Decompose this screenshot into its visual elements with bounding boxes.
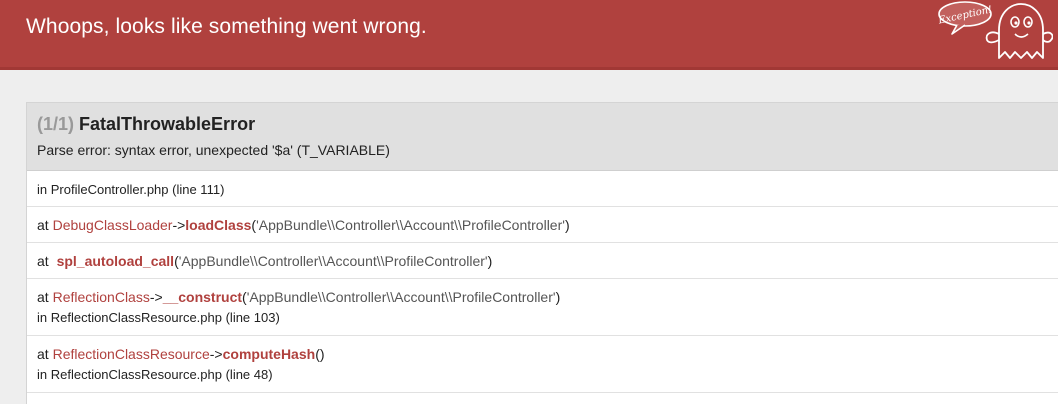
trace-function: computeHash	[222, 346, 316, 362]
trace-row: at ReflectionClassResource->computeHash(…	[27, 336, 1058, 393]
exception-type: FatalThrowableError	[79, 114, 256, 134]
exception-summary: (1/1) FatalThrowableError Parse error: s…	[27, 103, 1058, 171]
trace-function: spl_autoload_call	[56, 253, 175, 269]
trace-arrow: ->	[149, 289, 163, 305]
ghost-mascot-icon: Exception!	[937, 1, 1053, 59]
trace-row: at ReflectionClass->__construct('AppBund…	[27, 279, 1058, 336]
trace-prefix: at	[37, 253, 49, 269]
trace-args: 'AppBundle\\Controller\\Account\\Profile…	[178, 253, 488, 269]
trace-args: 'AppBundle\\Controller\\Account\\Profile…	[256, 217, 565, 233]
exception-message: Parse error: syntax error, unexpected '$…	[37, 142, 390, 158]
trace-function: __construct	[162, 289, 243, 305]
exception-counter: (1/1)	[37, 114, 75, 134]
trace-row: at DebugClassLoader->loadClass('AppBundl…	[27, 207, 1058, 243]
trace-class: ReflectionClass	[52, 289, 150, 305]
trace-prefix: at	[37, 217, 49, 233]
trace-class: ReflectionClassResource	[52, 346, 210, 362]
trace-arrow: ->	[209, 346, 223, 362]
trace-paren-close: )	[487, 253, 493, 269]
trace-class: DebugClassLoader	[52, 217, 173, 233]
trace-row: at spl_autoload_call('AppBundle\\Control…	[27, 243, 1058, 279]
trace-prefix: at	[37, 289, 49, 305]
trace-paren-close: )	[319, 346, 325, 362]
trace-location: in ProfileController.php (line 111)	[37, 182, 225, 197]
trace-prefix: at	[37, 346, 49, 362]
exception-title: (1/1) FatalThrowableError	[37, 113, 1048, 135]
page-title: Whoops, looks like something went wrong.	[26, 15, 427, 38]
exception-panel: (1/1) FatalThrowableError Parse error: s…	[26, 102, 1058, 404]
trace-arrow: ->	[172, 217, 186, 233]
trace-row: in ProfileController.php (line 111)	[27, 171, 1058, 207]
trace-paren-close: )	[564, 217, 570, 233]
error-header: Whoops, looks like something went wrong.…	[0, 0, 1058, 70]
trace-args: 'AppBundle\\Controller\\Account\\Profile…	[246, 289, 556, 305]
trace-location: in ReflectionClassResource.php (line 48)	[37, 367, 273, 382]
trace-location: in ReflectionClassResource.php (line 103…	[37, 310, 280, 325]
trace-paren-close: )	[555, 289, 561, 305]
trace-function: loadClass	[185, 217, 252, 233]
